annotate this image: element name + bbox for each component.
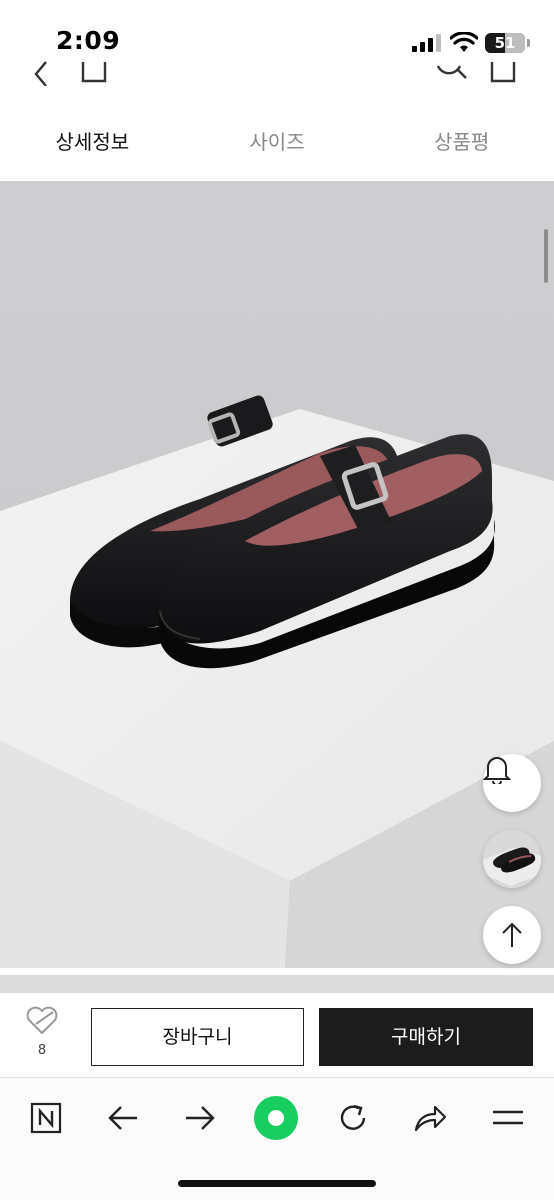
product-image xyxy=(0,181,554,968)
add-to-cart-button[interactable]: 장바구니 xyxy=(91,1008,304,1066)
cellular-signal-icon xyxy=(412,34,441,52)
back-button[interactable] xyxy=(100,1095,146,1141)
share-button[interactable] xyxy=(407,1095,453,1141)
menu-button[interactable] xyxy=(485,1095,531,1141)
status-time: 2:09 xyxy=(56,26,121,55)
battery-level: 51 xyxy=(494,34,516,52)
battery-nub xyxy=(527,39,530,47)
home-indicator xyxy=(178,1180,376,1187)
product-thumbnail-button[interactable] xyxy=(483,830,541,888)
detail-tabs: 상세정보 사이즈 상품평 xyxy=(0,112,554,172)
home-icon[interactable] xyxy=(80,60,108,86)
cart-icon[interactable] xyxy=(488,60,518,86)
wifi-icon xyxy=(450,32,478,52)
naver-home-button[interactable] xyxy=(23,1095,69,1141)
green-dot-button[interactable] xyxy=(253,1095,299,1141)
wish-count: 8 xyxy=(37,1043,47,1058)
refresh-icon xyxy=(340,1104,366,1130)
bell-icon xyxy=(483,757,511,784)
back-chevron-icon[interactable] xyxy=(32,60,52,86)
back-arrow-icon xyxy=(108,1106,137,1130)
forward-arrow-icon xyxy=(186,1106,215,1130)
content-divider xyxy=(0,975,554,993)
product-thumbnail xyxy=(483,830,541,888)
notify-button[interactable] xyxy=(483,754,541,812)
scroll-top-button[interactable] xyxy=(483,906,541,964)
tab-size[interactable]: 사이즈 xyxy=(185,112,370,172)
buy-now-button[interactable]: 구매하기 xyxy=(319,1008,533,1066)
refresh-button[interactable] xyxy=(330,1095,376,1141)
tab-details[interactable]: 상세정보 xyxy=(0,112,185,172)
shoes-photo xyxy=(0,181,554,968)
wish-button[interactable]: 8 xyxy=(20,1005,64,1065)
top-navigation xyxy=(0,60,554,88)
green-dot-icon xyxy=(254,1096,298,1140)
heart-icon xyxy=(26,1006,58,1034)
tab-reviews[interactable]: 상품평 xyxy=(369,112,554,172)
share-icon xyxy=(414,1105,447,1132)
search-icon[interactable] xyxy=(434,60,468,86)
arrow-up-icon xyxy=(502,922,522,947)
purchase-bar: 8 장바구니 구매하기 xyxy=(0,993,554,1077)
naver-home-icon xyxy=(30,1102,62,1134)
battery-icon: 51 xyxy=(485,33,525,53)
forward-button[interactable] xyxy=(177,1095,223,1141)
menu-icon xyxy=(493,1110,523,1125)
scroll-indicator[interactable] xyxy=(544,229,548,283)
